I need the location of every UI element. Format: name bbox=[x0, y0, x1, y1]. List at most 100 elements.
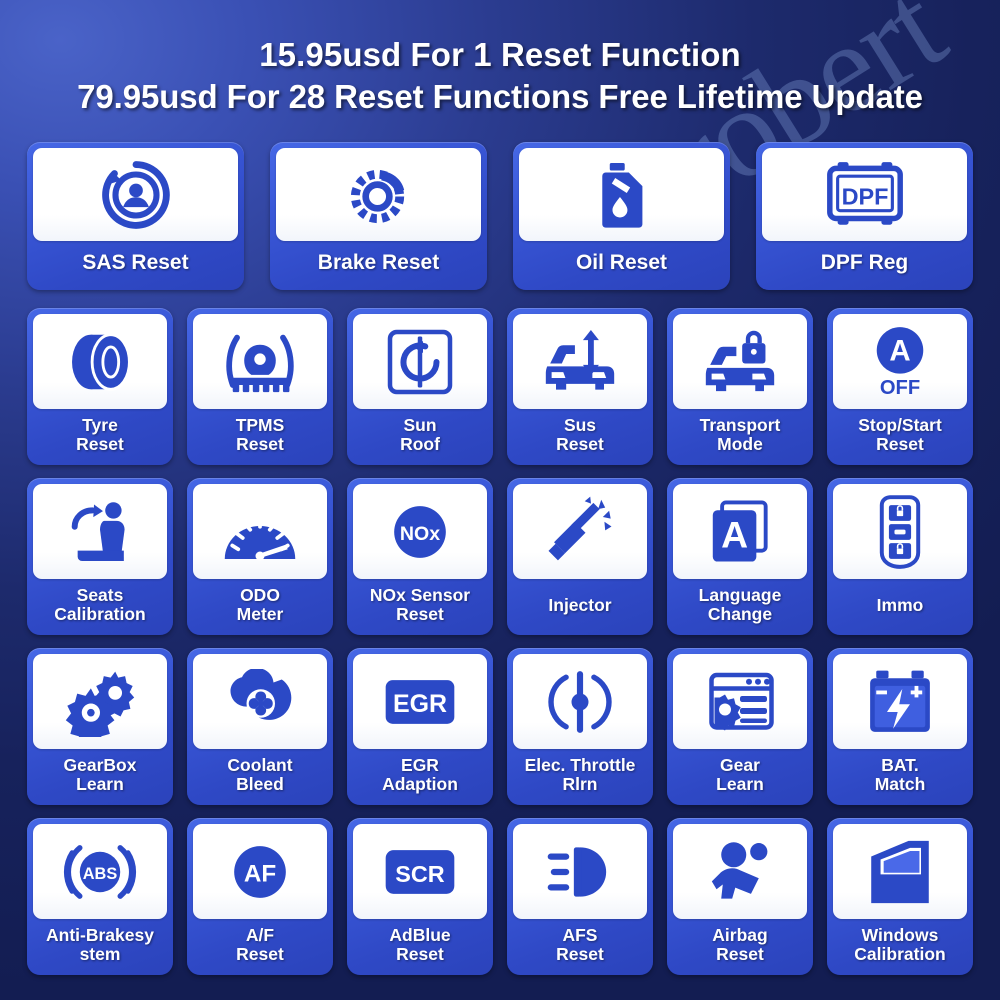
function-card-label-line: Reset bbox=[556, 434, 604, 454]
function-card-label-line: Rlrn bbox=[562, 774, 598, 794]
odometer-gauge-icon bbox=[220, 499, 300, 565]
function-card-label-line: AFS bbox=[562, 925, 598, 946]
function-card-adblue-reset[interactable]: SCR AdBlue Reset bbox=[347, 818, 493, 975]
function-card-label: AFS Reset bbox=[513, 919, 647, 971]
scr-adblue-icon: SCR bbox=[381, 846, 459, 898]
function-card-label: Sus Reset bbox=[513, 409, 647, 461]
function-card-label: Transport Mode bbox=[673, 409, 807, 461]
function-card-oil-reset[interactable]: Oil Reset bbox=[513, 142, 730, 290]
function-row-4: GearBox Learn Coolant Bleed EGR EGR Adaptio… bbox=[0, 648, 1000, 805]
function-card-tpms-reset[interactable]: TPMS Reset bbox=[187, 308, 333, 465]
function-card-transport-mode[interactable]: Transport Mode bbox=[667, 308, 813, 465]
function-card-label-line: A/F bbox=[245, 925, 275, 946]
function-card-label-line: Elec. Throttle bbox=[524, 755, 636, 776]
function-card-gearbox-learn[interactable]: GearBox Learn bbox=[27, 648, 173, 805]
icon-panel bbox=[673, 314, 807, 409]
function-card-odo-meter[interactable]: ODO Meter bbox=[187, 478, 333, 635]
function-row-2: Tyre Reset TPMS Reset Sun Roof Sus Reset Tra… bbox=[0, 308, 1000, 465]
icon-panel bbox=[33, 484, 167, 579]
function-card-label: Brake Reset bbox=[276, 241, 481, 286]
function-row-3: Seats Calibration ODO Meter NOx NOx Sensor… bbox=[0, 478, 1000, 635]
function-card-label-line: Reset bbox=[236, 944, 284, 964]
function-card-label: Elec. Throttle Rlrn bbox=[513, 749, 647, 801]
function-card-windows-calibration[interactable]: Windows Calibration bbox=[827, 818, 973, 975]
function-card-label-line: Sus bbox=[563, 415, 597, 436]
function-card-airbag-reset[interactable]: Airbag Reset bbox=[667, 818, 813, 975]
function-card-language-change[interactable]: A Language Change bbox=[667, 478, 813, 635]
function-card-a-f-reset[interactable]: AF A/F Reset bbox=[187, 818, 333, 975]
function-card-label-line: Learn bbox=[76, 774, 124, 794]
function-card-anti-brakesystem[interactable]: ABS Anti-Brakesy stem bbox=[27, 818, 173, 975]
function-card-label-line: Airbag bbox=[712, 925, 768, 946]
sas-steering-icon bbox=[98, 157, 174, 233]
function-card-label-line: AdBlue bbox=[389, 925, 451, 946]
function-card-afs-reset[interactable]: AFS Reset bbox=[507, 818, 653, 975]
function-card-label-line: Windows bbox=[861, 925, 939, 946]
svg-text:OFF: OFF bbox=[880, 376, 920, 398]
function-card-sun-roof[interactable]: Sun Roof bbox=[347, 308, 493, 465]
function-card-brake-reset[interactable]: Brake Reset bbox=[270, 142, 487, 290]
oil-can-icon bbox=[588, 157, 656, 233]
function-card-label-line: BAT. bbox=[881, 755, 919, 776]
function-card-label-line: Oil Reset bbox=[575, 251, 668, 275]
icon-panel bbox=[673, 654, 807, 749]
function-card-bat-match[interactable]: BAT. Match bbox=[827, 648, 973, 805]
icon-panel: NOx bbox=[353, 484, 487, 579]
function-card-label: Injector bbox=[513, 579, 647, 631]
egr-valve-icon: EGR bbox=[381, 677, 459, 727]
function-card-stop-start-reset[interactable]: A OFF Stop/Start Reset bbox=[827, 308, 973, 465]
function-card-sus-reset[interactable]: Sus Reset bbox=[507, 308, 653, 465]
icon-panel bbox=[833, 484, 967, 579]
function-card-label-line: Transport bbox=[699, 415, 781, 436]
af-reset-icon: AF bbox=[224, 836, 296, 908]
function-card-elec-throttle-rlrn[interactable]: Elec. Throttle Rlrn bbox=[507, 648, 653, 805]
icon-panel bbox=[513, 654, 647, 749]
headline-line-2: 79.95usd For 28 Reset Functions Free Lif… bbox=[77, 78, 923, 115]
function-card-coolant-bleed[interactable]: Coolant Bleed bbox=[187, 648, 333, 805]
tpms-gear-icon bbox=[222, 329, 298, 395]
icon-panel bbox=[33, 654, 167, 749]
function-card-label-line: Coolant bbox=[227, 755, 293, 776]
svg-text:AF: AF bbox=[244, 860, 276, 887]
icon-panel bbox=[353, 314, 487, 409]
function-card-label: Tyre Reset bbox=[33, 409, 167, 461]
icon-panel: DPF bbox=[762, 148, 967, 241]
function-card-label-line: Roof bbox=[400, 434, 440, 454]
function-card-dpf-reg[interactable]: DPF DPF Reg bbox=[756, 142, 973, 290]
icon-panel bbox=[673, 824, 807, 919]
function-card-label-line: Bleed bbox=[236, 774, 284, 794]
icon-panel bbox=[33, 314, 167, 409]
headline-line-1: 15.95usd For 1 Reset Function bbox=[259, 36, 741, 73]
icon-panel bbox=[519, 148, 724, 241]
function-card-egr-adaption[interactable]: EGR EGR Adaption bbox=[347, 648, 493, 805]
function-card-label: Sun Roof bbox=[353, 409, 487, 461]
function-card-immo[interactable]: Immo bbox=[827, 478, 973, 635]
function-card-label-line: EGR bbox=[401, 755, 439, 776]
function-card-gear-learn[interactable]: Gear Learn bbox=[667, 648, 813, 805]
elec-throttle-icon bbox=[546, 666, 614, 738]
function-card-tyre-reset[interactable]: Tyre Reset bbox=[27, 308, 173, 465]
function-card-seats-calibration[interactable]: Seats Calibration bbox=[27, 478, 173, 635]
function-card-label: ODO Meter bbox=[193, 579, 327, 631]
function-card-label: AdBlue Reset bbox=[353, 919, 487, 971]
car-window-icon bbox=[865, 836, 935, 908]
icon-panel: SCR bbox=[353, 824, 487, 919]
function-card-nox-sensor-reset[interactable]: NOx NOx Sensor Reset bbox=[347, 478, 493, 635]
gear-learn-screen-icon bbox=[702, 669, 778, 735]
function-card-injector[interactable]: Injector bbox=[507, 478, 653, 635]
function-card-label-line: Change bbox=[707, 604, 773, 624]
abs-brake-icon: ABS bbox=[61, 837, 139, 907]
injector-icon bbox=[543, 495, 617, 569]
function-row-1: SAS Reset Brake Reset Oil Reset DPF DPF … bbox=[0, 142, 1000, 290]
function-row-5: ABS Anti-Brakesy stem AF A/F Reset SCR AdB… bbox=[0, 818, 1000, 975]
icon-panel bbox=[833, 654, 967, 749]
svg-text:DPF: DPF bbox=[841, 183, 888, 209]
icon-panel: EGR bbox=[353, 654, 487, 749]
page-title: 15.95usd For 1 Reset Function 79.95usd F… bbox=[0, 38, 1000, 113]
sun-roof-icon bbox=[384, 326, 456, 398]
function-card-label-line: Calibration bbox=[54, 604, 146, 624]
icon-panel: ABS bbox=[33, 824, 167, 919]
function-card-sas-reset[interactable]: SAS Reset bbox=[27, 142, 244, 290]
function-card-label-line: Sun bbox=[403, 415, 437, 436]
svg-text:SCR: SCR bbox=[395, 861, 444, 887]
